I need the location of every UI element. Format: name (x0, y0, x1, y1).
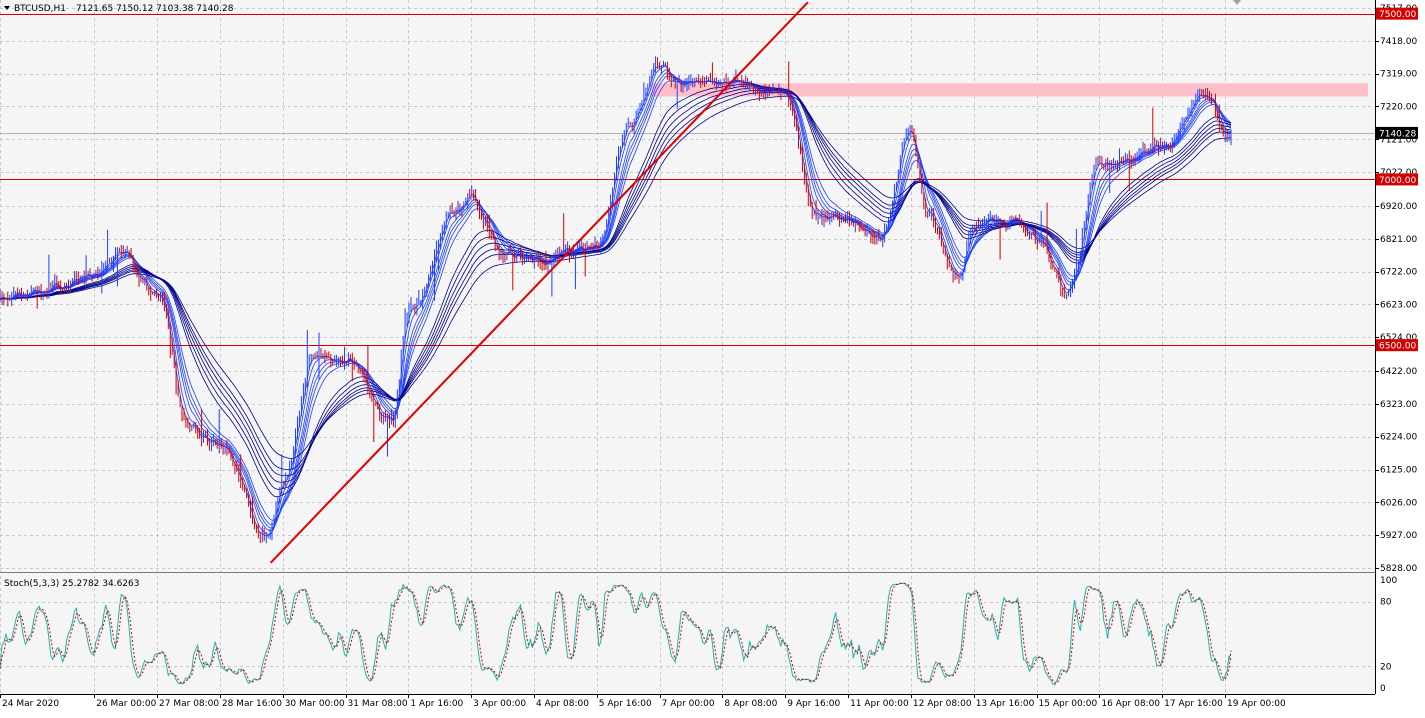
time-tick-label: 19 Apr 00:00 (1227, 699, 1286, 709)
current-price-tag-label: 7140.28 (1379, 129, 1416, 139)
time-tick-label: 13 Apr 16:00 (976, 699, 1035, 709)
time-tick-label: 17 Apr 16:00 (1164, 699, 1223, 709)
price-tick-label: 5927.00 (1380, 531, 1417, 541)
time-tick-label: 11 Apr 00:00 (850, 699, 909, 709)
time-tick-label: 24 Mar 2020 (2, 699, 59, 709)
chart-header: BTCUSD,H1 7121.65 7150.12 7103.38 7140.2… (4, 4, 234, 14)
stochastic-label: Stoch(5,3,3) 25.2782 34.6263 (4, 579, 139, 589)
time-tick-label: 27 Mar 08:00 (159, 699, 219, 709)
chart-canvas[interactable]: 7517.007418.007319.007220.007121.007022.… (0, 0, 1425, 714)
time-tick-label: 26 Mar 00:00 (96, 699, 156, 709)
price-tick-label: 7319.00 (1380, 70, 1417, 80)
price-tick-label: 6125.00 (1380, 466, 1417, 476)
time-tick-label: 31 Mar 08:00 (348, 699, 408, 709)
price-tick-label: 6722.00 (1380, 268, 1417, 278)
price-tick-label: 6920.00 (1380, 202, 1417, 212)
time-tick-label: 16 Apr 08:00 (1101, 699, 1160, 709)
price-tick-label: 6623.00 (1380, 300, 1417, 310)
time-tick-label: 28 Mar 16:00 (222, 699, 282, 709)
stochastic-tick-label: 100 (1380, 576, 1397, 586)
time-tick-label: 4 Apr 08:00 (536, 699, 589, 709)
ohlc-label: 7121.65 7150.12 7103.38 7140.28 (76, 4, 234, 14)
stochastic-tick-label: 0 (1380, 684, 1386, 694)
price-tick-label: 6224.00 (1380, 433, 1417, 443)
stochastic-tick-label: 20 (1380, 662, 1392, 672)
time-tick-label: 7 Apr 00:00 (662, 699, 715, 709)
level-price-tag-label: 7500.00 (1379, 10, 1416, 20)
time-tick-label: 5 Apr 16:00 (599, 699, 652, 709)
stochastic-tick-label: 80 (1380, 598, 1392, 608)
price-tick-label: 6821.00 (1380, 235, 1417, 245)
time-tick-label: 3 Apr 00:00 (473, 699, 526, 709)
price-tick-label: 5828.00 (1380, 564, 1417, 574)
time-tick-label: 30 Mar 00:00 (285, 699, 345, 709)
level-price-tag-label: 6500.00 (1379, 342, 1416, 352)
price-tick-label: 7418.00 (1380, 37, 1417, 47)
chart-window[interactable]: 7517.007418.007319.007220.007121.007022.… (0, 0, 1425, 714)
time-tick-label: 8 Apr 08:00 (724, 699, 777, 709)
price-tick-label: 6026.00 (1380, 498, 1417, 508)
level-price-tag-label: 7000.00 (1379, 176, 1416, 186)
time-tick-label: 12 Apr 08:00 (913, 699, 972, 709)
time-tick-label: 1 Apr 16:00 (410, 699, 463, 709)
symbol-label: BTCUSD,H1 (14, 4, 66, 14)
price-tick-label: 7220.00 (1380, 102, 1417, 112)
price-tick-label: 6422.00 (1380, 367, 1417, 377)
time-tick-label: 15 Apr 00:00 (1039, 699, 1098, 709)
price-tick-label: 6323.00 (1380, 400, 1417, 410)
time-tick-label: 9 Apr 16:00 (787, 699, 840, 709)
